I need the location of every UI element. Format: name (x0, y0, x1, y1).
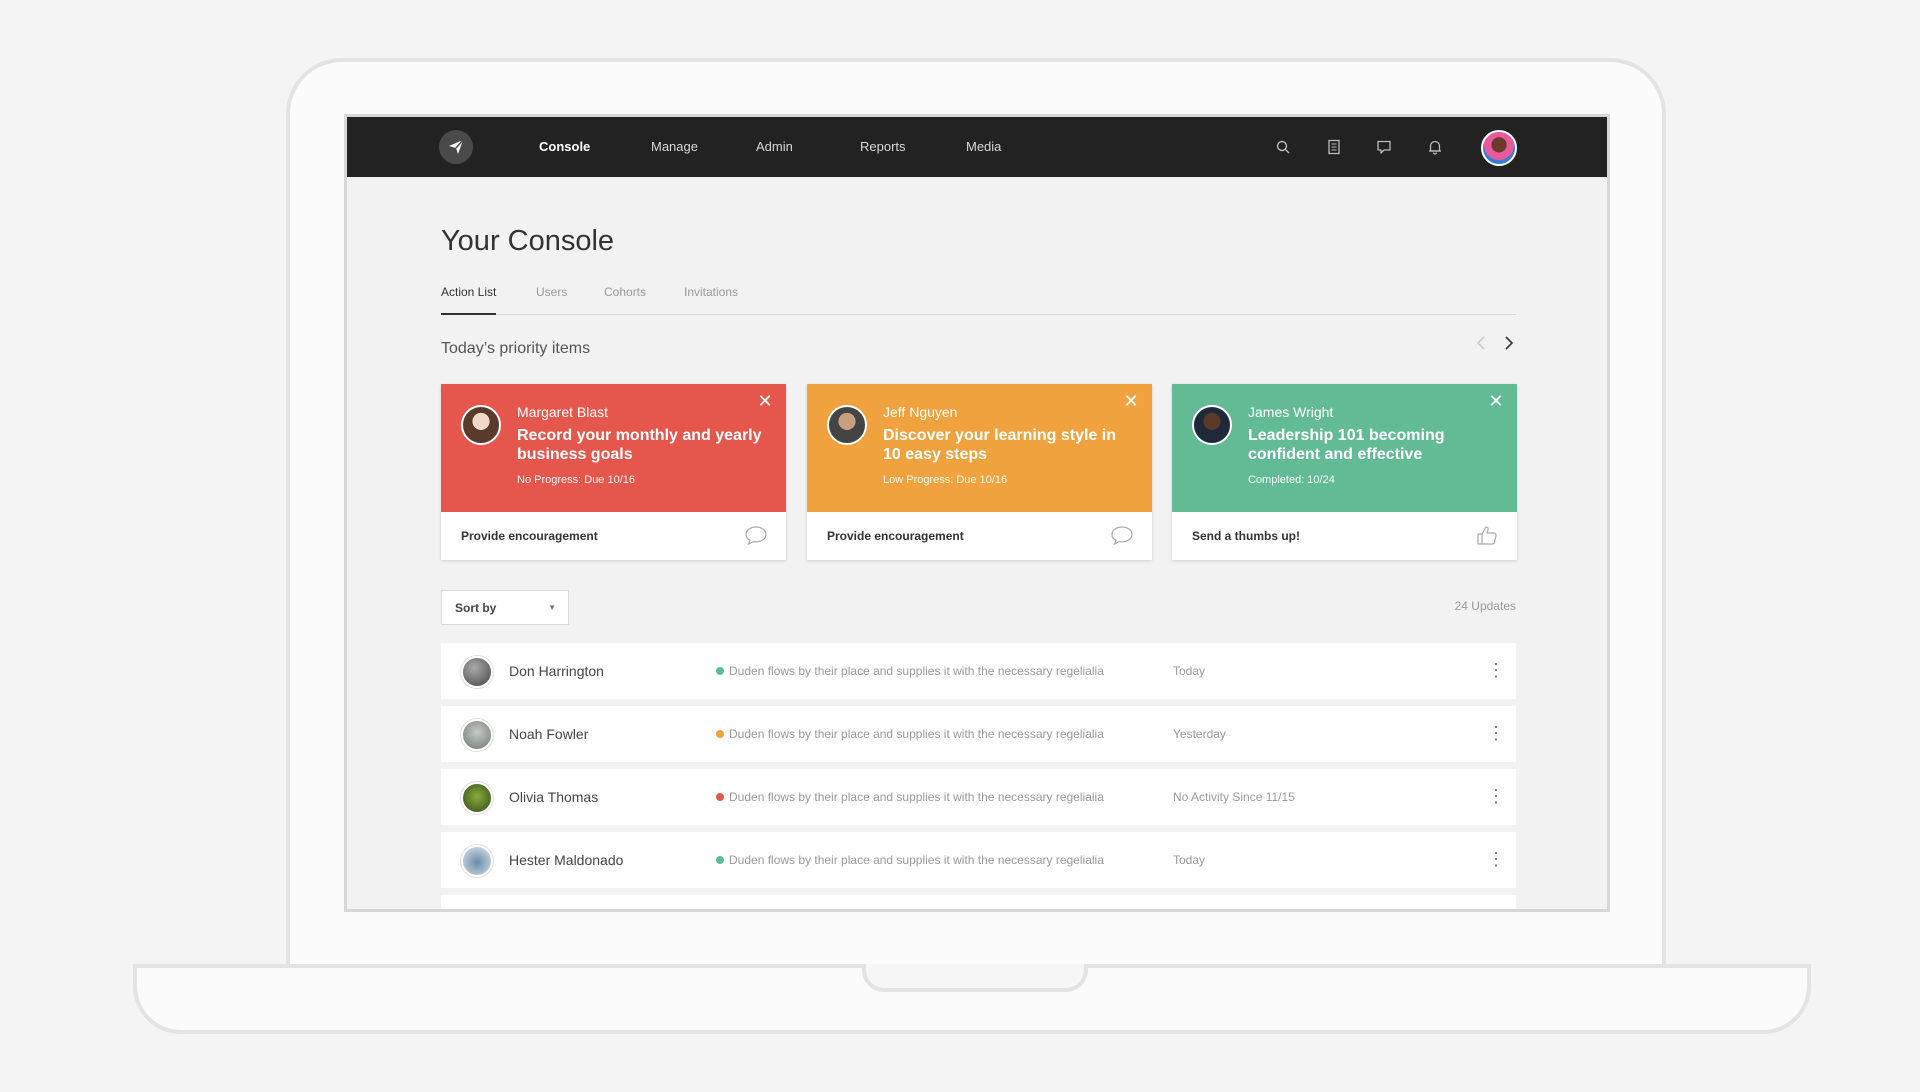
priority-card: Margaret Blast Record your monthly and y… (441, 384, 786, 560)
document-icon[interactable] (1324, 137, 1344, 157)
card-header: James Wright Leadership 101 becoming con… (1172, 384, 1517, 512)
thumbs-up-icon[interactable] (1475, 524, 1499, 546)
tab-action-list[interactable]: Action List (441, 277, 497, 315)
avatar (827, 405, 867, 445)
chat-icon[interactable] (1374, 137, 1394, 157)
close-icon[interactable]: ✕ (756, 392, 774, 410)
list-item[interactable]: Hester Maldonado Duden flows by their pl… (441, 832, 1516, 888)
row-message: Duden flows by their place and supplies … (729, 664, 1104, 678)
chevron-left-icon[interactable] (1471, 335, 1491, 359)
card-header: Margaret Blast Record your monthly and y… (441, 384, 786, 512)
row-message: Duden flows by their place and supplies … (729, 727, 1104, 741)
send-thumbs-up-button[interactable]: Send a thumbs up! (1192, 529, 1300, 543)
provide-encouragement-button[interactable]: Provide encouragement (827, 529, 964, 543)
tab-users[interactable]: Users (536, 277, 567, 315)
row-time: Today (1173, 664, 1206, 678)
card-title: Leadership 101 becoming confident and ef… (1248, 427, 1445, 463)
app-logo-icon[interactable] (439, 130, 473, 164)
sort-by-label: Sort by (455, 601, 497, 615)
more-options-icon[interactable]: ⋮ (1487, 848, 1505, 872)
list-item[interactable] (441, 895, 1516, 909)
nav-manage[interactable]: Manage (651, 117, 698, 177)
avatar (461, 719, 493, 751)
avatar (461, 656, 493, 688)
close-icon[interactable]: ✕ (1487, 392, 1505, 410)
updates-count: 24 Updates (1454, 599, 1516, 613)
tab-invitations[interactable]: Invitations (684, 277, 738, 315)
more-options-icon[interactable]: ⋮ (1487, 722, 1505, 746)
nav-admin[interactable]: Admin (756, 117, 793, 177)
priority-card: Jeff Nguyen Discover your learning style… (807, 384, 1152, 560)
row-user-name: Noah Fowler (509, 726, 589, 742)
row-user-name: Hester Maldonado (509, 852, 624, 868)
priority-section-title: Today’s priority items (441, 340, 591, 357)
page-title: Your Console (441, 225, 615, 257)
close-icon[interactable]: ✕ (1122, 392, 1140, 410)
row-message: Duden flows by their place and supplies … (729, 853, 1104, 867)
laptop-notch (862, 964, 1088, 992)
avatar (461, 405, 501, 445)
status-dot (716, 856, 724, 864)
caret-down-icon: ▼ (548, 603, 556, 612)
comment-icon[interactable] (1110, 524, 1134, 546)
list-item[interactable]: Don Harrington Duden flows by their plac… (441, 643, 1516, 699)
list-item[interactable]: Olivia Thomas Duden flows by their place… (441, 769, 1516, 825)
comment-icon[interactable] (744, 524, 768, 546)
row-time: Yesterday (1173, 727, 1226, 741)
row-time: Today (1173, 853, 1206, 867)
row-time: No Activity Since 11/15 (1173, 790, 1295, 804)
user-avatar[interactable] (1481, 130, 1517, 166)
nav-reports[interactable]: Reports (860, 117, 906, 177)
status-dot (716, 667, 724, 675)
app-screen: Console Manage Admin Reports Media Your … (344, 114, 1610, 912)
list-item[interactable]: Noah Fowler Duden flows by their place a… (441, 706, 1516, 762)
more-options-icon[interactable]: ⋮ (1487, 659, 1505, 683)
provide-encouragement-button[interactable]: Provide encouragement (461, 529, 598, 543)
top-navbar: Console Manage Admin Reports Media (347, 117, 1607, 177)
row-message: Duden flows by their place and supplies … (729, 790, 1104, 804)
nav-console[interactable]: Console (539, 117, 590, 177)
card-user-name: James Wright (1248, 404, 1334, 420)
status-dot (716, 793, 724, 801)
search-icon[interactable] (1273, 137, 1293, 157)
card-user-name: Margaret Blast (517, 404, 609, 420)
status-dot (716, 730, 724, 738)
card-title: Record your monthly and yearly business … (517, 427, 762, 463)
row-user-name: Don Harrington (509, 663, 604, 679)
tab-cohorts[interactable]: Cohorts (604, 277, 646, 315)
card-user-name: Jeff Nguyen (883, 404, 958, 420)
card-header: Jeff Nguyen Discover your learning style… (807, 384, 1152, 512)
sort-by-dropdown[interactable]: Sort by ▼ (441, 590, 569, 625)
card-title: Discover your learning style in 10 easy … (883, 427, 1116, 463)
nav-media[interactable]: Media (966, 117, 1001, 177)
chevron-right-icon[interactable] (1499, 335, 1519, 359)
card-status: Low Progress: Due 10/16 (883, 474, 1008, 486)
card-status: Completed: 10/24 (1248, 474, 1335, 486)
row-user-name: Olivia Thomas (509, 789, 599, 805)
avatar (461, 782, 493, 814)
card-status: No Progress: Due 10/16 (517, 474, 636, 486)
avatar (1192, 405, 1232, 445)
priority-card: James Wright Leadership 101 becoming con… (1172, 384, 1517, 560)
bell-icon[interactable] (1425, 137, 1445, 157)
more-options-icon[interactable]: ⋮ (1487, 785, 1505, 809)
avatar (461, 845, 493, 877)
tab-bar: Action List Users Cohorts Invitations (441, 277, 1516, 315)
